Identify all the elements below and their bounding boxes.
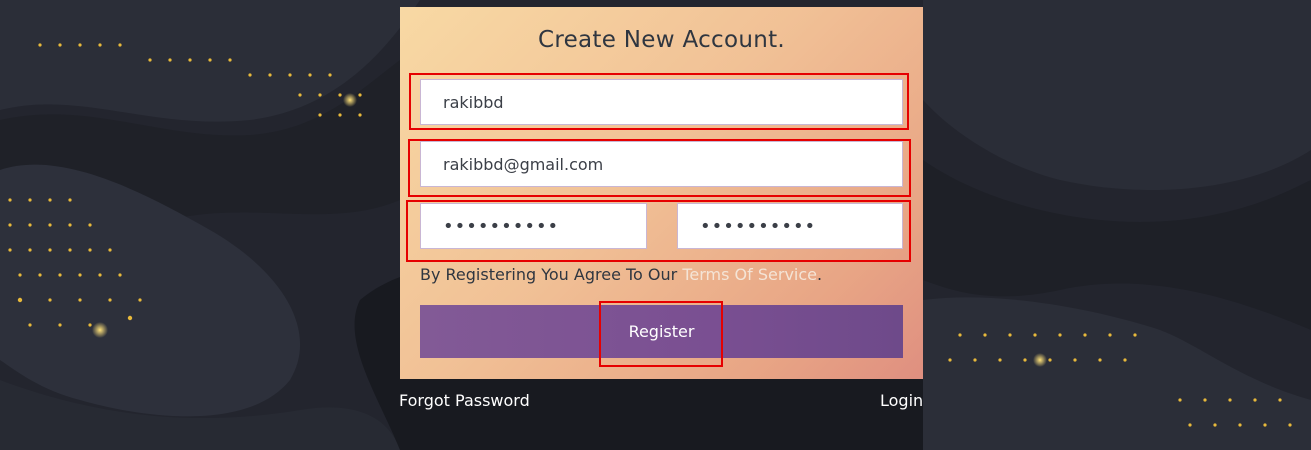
confirm-password-field[interactable] xyxy=(677,203,903,249)
agree-suffix: . xyxy=(817,265,823,284)
username-field[interactable] xyxy=(420,79,903,125)
register-card: Create New Account. By Registering You A… xyxy=(400,7,923,379)
email-field[interactable] xyxy=(420,141,903,187)
register-highlight-box xyxy=(599,301,723,367)
page-title: Create New Account. xyxy=(537,27,786,53)
forgot-password-link[interactable]: Forgot Password xyxy=(399,391,530,410)
password-field[interactable] xyxy=(420,203,647,249)
agree-prefix: By Registering You Agree To Our xyxy=(420,265,678,284)
login-link[interactable]: Login xyxy=(880,391,923,410)
terms-of-service-link[interactable]: Terms Of Service xyxy=(682,265,817,284)
terms-agreement-text: By Registering You Agree To Our Terms Of… xyxy=(420,265,822,284)
